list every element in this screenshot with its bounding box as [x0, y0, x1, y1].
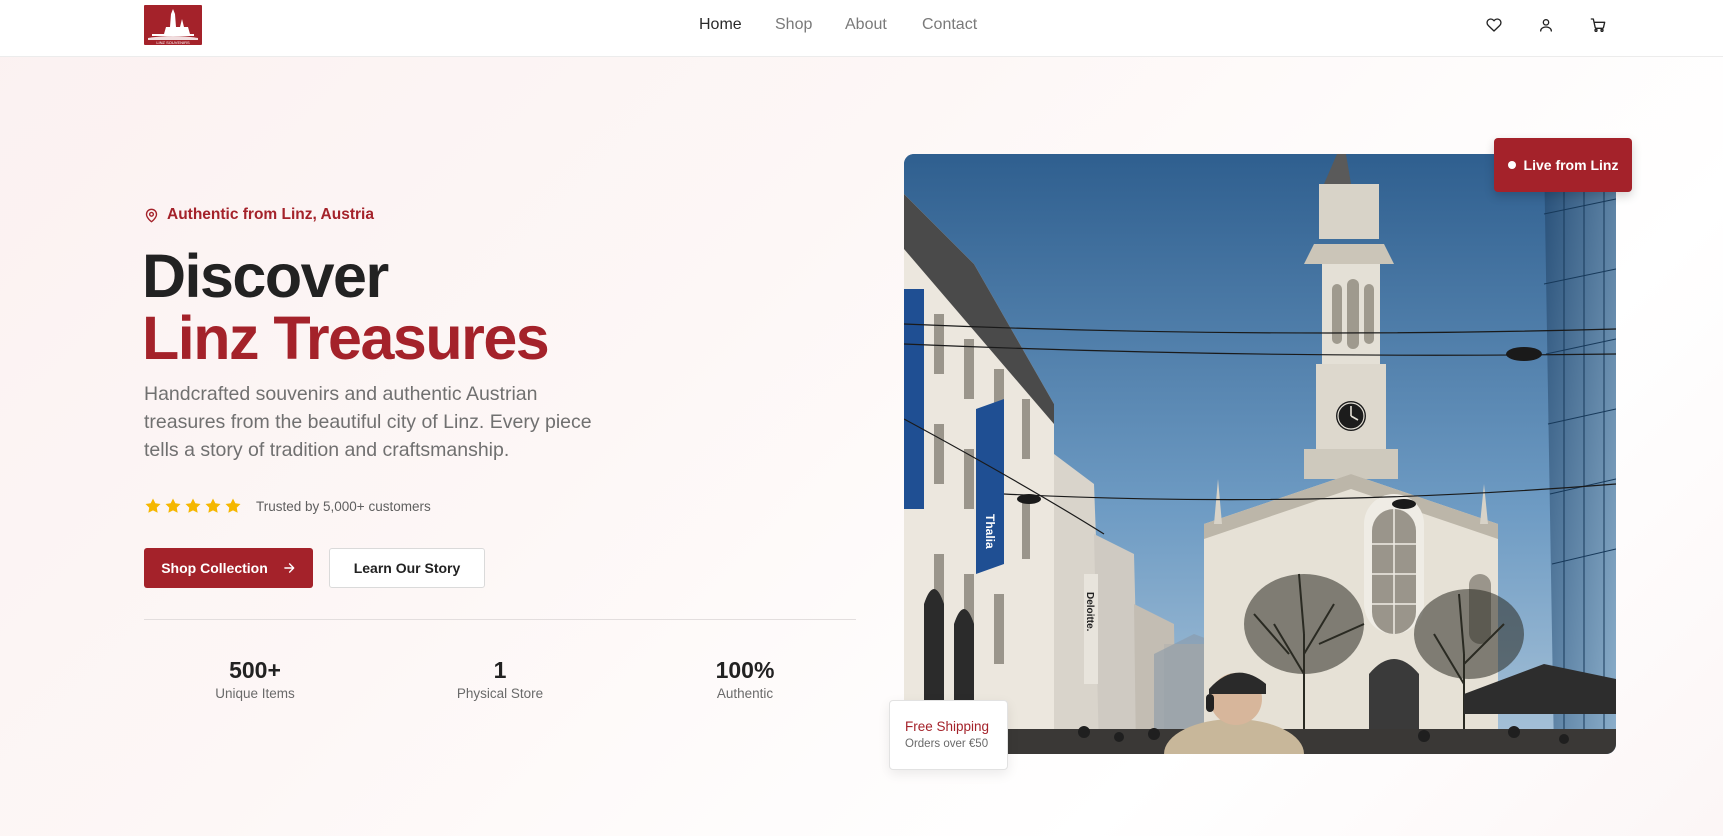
- thalia-sign: Thalia: [983, 514, 997, 549]
- hero-title-line1: Discover: [142, 242, 389, 310]
- deloitte-sign: Deloitte.: [1084, 592, 1095, 632]
- star-icon: [225, 498, 241, 513]
- stat-unique-items: 500+ Unique Items: [175, 656, 335, 701]
- heart-icon[interactable]: [1483, 14, 1505, 36]
- nav-contact[interactable]: Contact: [922, 16, 977, 34]
- logo[interactable]: LINZ SOUVENIRS: [144, 5, 202, 45]
- star-icon: [165, 498, 181, 513]
- star-icon: [185, 498, 201, 513]
- hero-title: Discover Linz Treasures: [142, 242, 550, 372]
- shipping-title: Free Shipping: [905, 719, 990, 734]
- location-badge-text: Authentic from Linz, Austria: [167, 206, 374, 223]
- stat-authentic: 100% Authentic: [665, 656, 825, 701]
- cart-icon[interactable]: [1587, 14, 1609, 36]
- stat-label: Unique Items: [215, 686, 295, 701]
- arrow-right-icon: [283, 563, 295, 573]
- stat-label: Physical Store: [456, 686, 544, 701]
- learn-our-story-button[interactable]: Learn Our Story: [329, 548, 485, 588]
- stat-value: 1: [493, 657, 507, 683]
- nav-about[interactable]: About: [845, 16, 887, 34]
- stat-physical-store: 1 Physical Store: [420, 656, 580, 701]
- nav-shop[interactable]: Shop: [775, 16, 812, 34]
- trust-text: Trusted by 5,000+ customers: [256, 498, 431, 514]
- svg-text:LINZ SOUVENIRS: LINZ SOUVENIRS: [156, 40, 190, 45]
- stat-value: 100%: [715, 657, 775, 683]
- location-badge: Authentic from Linz, Austria: [144, 206, 374, 224]
- rating: Trusted by 5,000+ customers: [144, 497, 431, 515]
- hero-title-line2: Linz Treasures: [142, 304, 550, 372]
- star-icon: [145, 498, 161, 513]
- star-icon: [205, 498, 221, 513]
- stat-value: 500+: [229, 657, 281, 683]
- hero-photo-linz-church: Thalia Deloitte.: [904, 154, 1616, 754]
- stats-divider: [144, 619, 856, 620]
- shop-collection-button[interactable]: Shop Collection: [144, 548, 313, 588]
- nav-home[interactable]: Home: [699, 16, 742, 34]
- cathedral-logo-icon: LINZ SOUVENIRS: [148, 9, 198, 45]
- shipping-subtitle: Orders over €50: [905, 738, 989, 750]
- user-icon[interactable]: [1535, 14, 1557, 36]
- live-badge-text: Live from Linz: [1523, 157, 1619, 173]
- map-pin-icon: [145, 208, 158, 222]
- star-rating: [144, 497, 242, 515]
- hero-description: Handcrafted souvenirs and authentic Aust…: [144, 383, 592, 461]
- stat-label: Authentic: [716, 686, 774, 701]
- free-shipping-card: Free Shipping Orders over €50: [889, 700, 1008, 770]
- shop-collection-label: Shop Collection: [161, 560, 268, 576]
- live-badge: Live from Linz: [1494, 138, 1632, 192]
- live-dot-icon: [1507, 161, 1516, 169]
- site-header: LINZ SOUVENIRS Home Shop About Contact: [0, 0, 1723, 57]
